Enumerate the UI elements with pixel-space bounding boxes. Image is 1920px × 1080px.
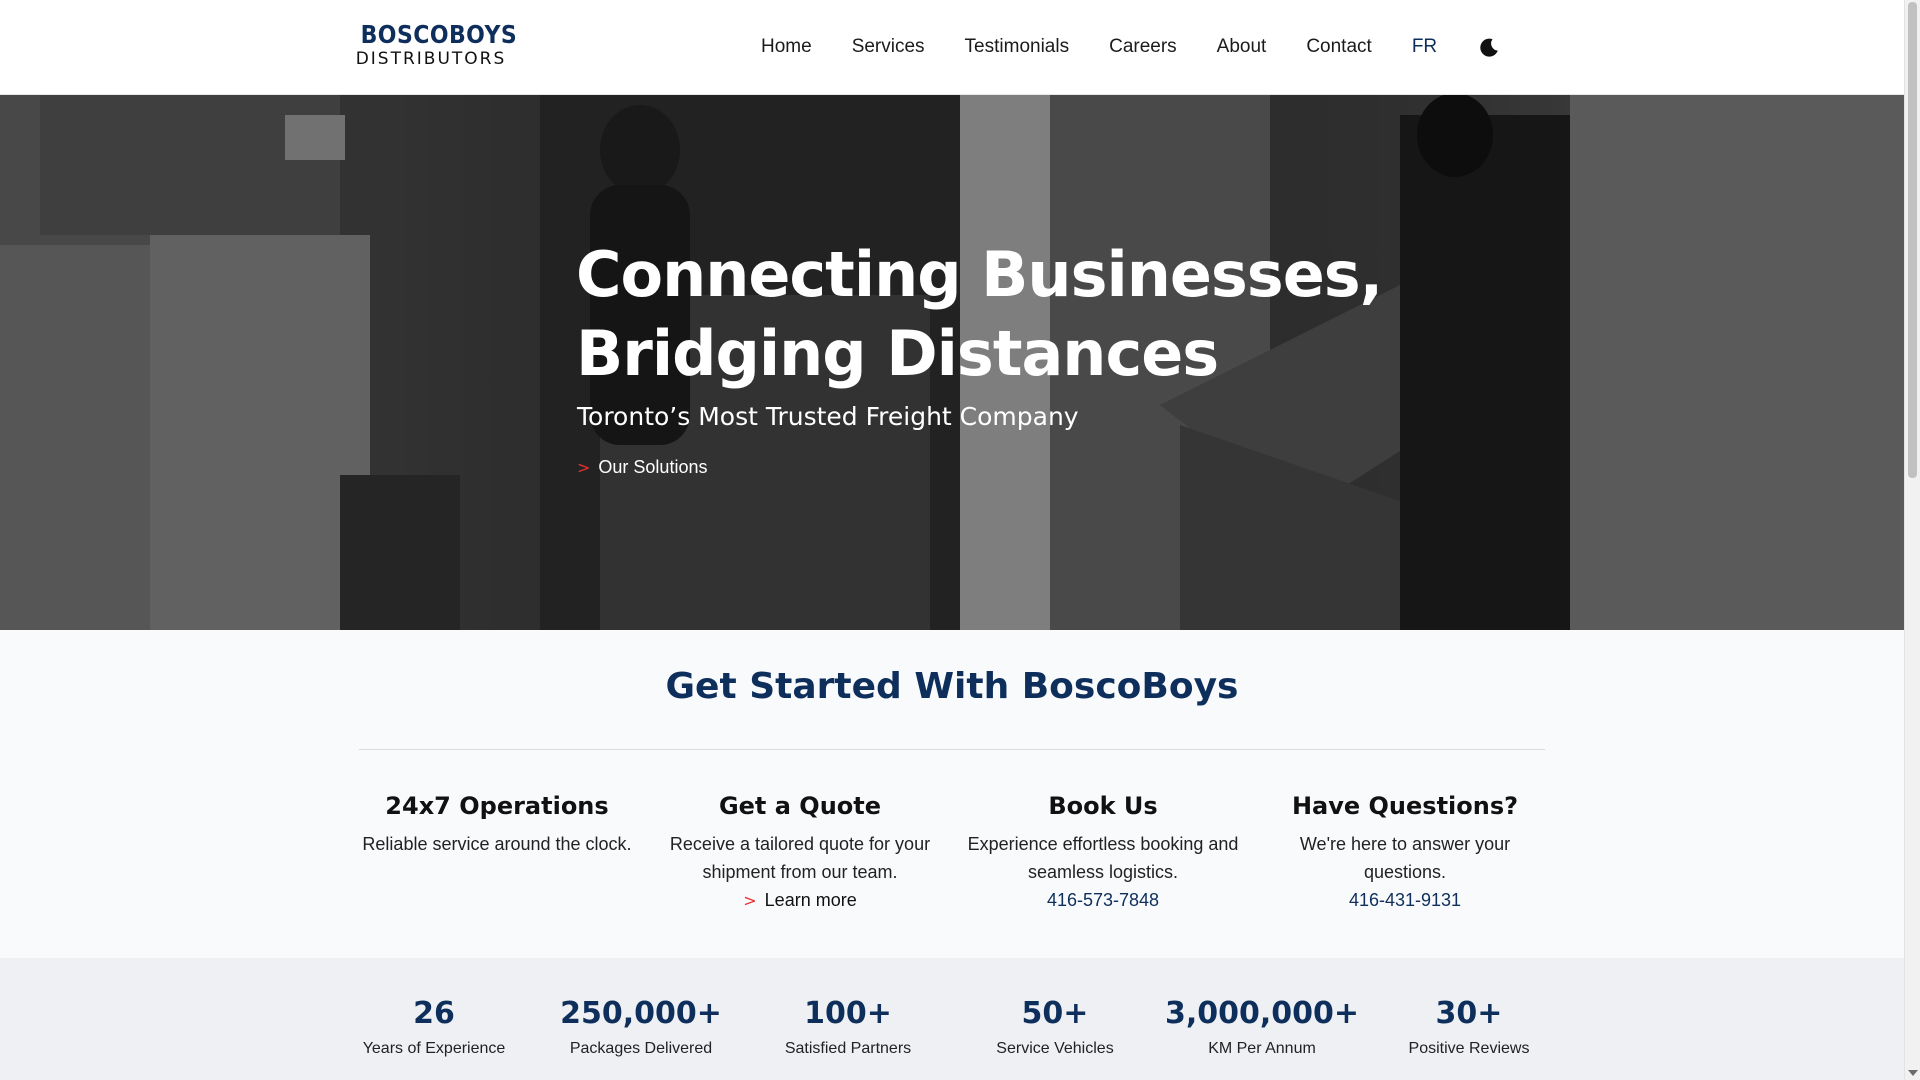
- card-operations: 24x7 Operations Reliable service around …: [352, 790, 642, 858]
- stat-value: 50+: [1021, 996, 1089, 1031]
- stat-years: 26 Years of Experience: [334, 996, 534, 1058]
- stat-value: 30+: [1435, 996, 1503, 1031]
- stat-label: Positive Reviews: [1408, 1040, 1530, 1057]
- card-book: Book Us Experience effortless booking an…: [958, 790, 1248, 911]
- moon-icon[interactable]: [1477, 36, 1501, 60]
- stat-partners: 100+ Satisfied Partners: [748, 996, 948, 1058]
- brand-logo[interactable]: BOSCOBOYS DISTRIBUTORS: [351, 20, 518, 70]
- get-started-section: Get Started With BoscoBoys 24x7 Operatio…: [0, 630, 1904, 958]
- nav-item-home[interactable]: Home: [761, 34, 812, 60]
- card-title: Have Questions?: [1291, 792, 1519, 820]
- language-toggle[interactable]: FR: [1412, 34, 1437, 60]
- stat-value: 3,000,000+: [1164, 996, 1360, 1031]
- our-solutions-link[interactable]: > Our Solutions: [577, 457, 707, 478]
- stat-label: KM Per Annum: [1208, 1040, 1316, 1057]
- nav-item-careers[interactable]: Careers: [1109, 34, 1177, 60]
- card-title: 24x7 Operations: [385, 792, 609, 820]
- card-quote: Get a Quote Receive a tailored quote for…: [655, 790, 945, 911]
- hero-title: Connecting Businesses, Bridging Distance…: [576, 235, 1476, 393]
- section-divider: [359, 749, 1545, 750]
- nav-item-services[interactable]: Services: [852, 34, 925, 60]
- learn-more-link[interactable]: > Learn more: [743, 890, 856, 911]
- learn-more-label: Learn more: [764, 890, 857, 910]
- hero-section: Connecting Businesses, Bridging Distance…: [0, 95, 1904, 630]
- nav-item-testimonials[interactable]: Testimonials: [965, 34, 1070, 60]
- chevron-right-icon: >: [577, 458, 591, 477]
- nav-item-contact[interactable]: Contact: [1306, 34, 1371, 60]
- card-title: Book Us: [1048, 792, 1158, 820]
- booking-phone-link[interactable]: 416-573-7848: [1047, 890, 1159, 911]
- chevron-right-icon: >: [743, 891, 757, 910]
- hero-title-line2: Bridging Distances: [576, 317, 1219, 390]
- hero-title-line1: Connecting Businesses,: [576, 238, 1383, 311]
- logo-name-top: BOSCOBOYS: [360, 20, 518, 49]
- logo-name-bottom: DISTRIBUTORS: [355, 49, 507, 69]
- section-title: Get Started With BoscoBoys: [665, 666, 1239, 707]
- stat-label: Years of Experience: [362, 1040, 506, 1057]
- stat-packages: 250,000+ Packages Delivered: [541, 996, 741, 1058]
- card-text: Receive a tailored quote for your shipme…: [669, 834, 931, 882]
- card-title: Get a Quote: [718, 792, 882, 820]
- site-header: BOSCOBOYS DISTRIBUTORS Home Services Tes…: [0, 0, 1904, 95]
- stats-section: 26 Years of Experience 250,000+ Packages…: [0, 958, 1904, 1080]
- scrollbar-thumb[interactable]: [1908, 2, 1917, 478]
- stat-km: 3,000,000+ KM Per Annum: [1162, 996, 1362, 1058]
- page-scrollbar[interactable]: [1904, 0, 1920, 1080]
- main-nav: Home Services Testimonials Careers About…: [761, 34, 1501, 60]
- stat-value: 100+: [804, 996, 892, 1031]
- stat-reviews: 30+ Positive Reviews: [1369, 996, 1569, 1058]
- stat-label: Service Vehicles: [996, 1040, 1114, 1057]
- stat-value: 250,000+: [560, 996, 722, 1031]
- stat-label: Satisfied Partners: [784, 1040, 912, 1057]
- stat-label: Packages Delivered: [569, 1040, 713, 1057]
- card-questions: Have Questions? We're here to answer you…: [1260, 790, 1550, 911]
- our-solutions-label: Our Solutions: [598, 457, 708, 477]
- card-text: Reliable service around the clock.: [362, 834, 632, 854]
- stat-vehicles: 50+ Service Vehicles: [955, 996, 1155, 1058]
- card-text: We're here to answer your questions.: [1299, 834, 1511, 882]
- stat-value: 26: [413, 996, 455, 1031]
- scroll-down-arrow-icon[interactable]: [1908, 1070, 1918, 1076]
- hero-subtitle: Toronto’s Most Trusted Freight Company: [577, 402, 1079, 431]
- nav-item-about[interactable]: About: [1217, 34, 1267, 60]
- card-text: Experience effortless booking and seamle…: [967, 834, 1239, 882]
- questions-phone-link[interactable]: 416-431-9131: [1349, 890, 1461, 911]
